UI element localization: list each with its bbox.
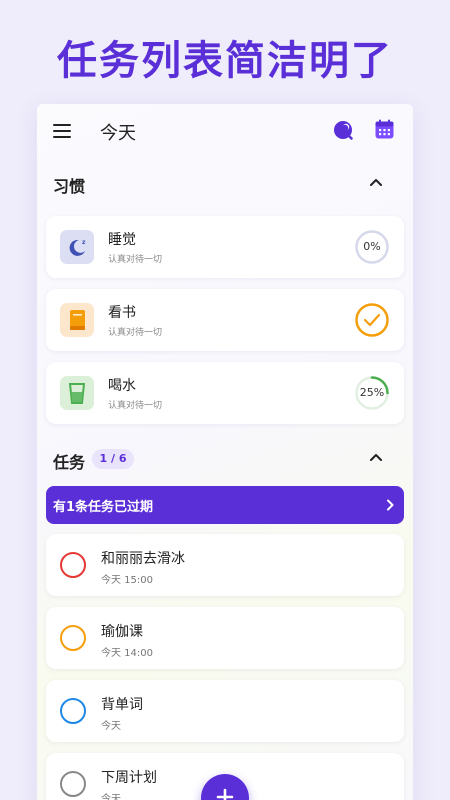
task-title: 和丽丽去滑冰 xyxy=(101,551,185,567)
tasks-section-title: 任务 xyxy=(53,453,86,472)
water-glass-icon xyxy=(60,376,94,410)
task-title: 瑜伽课 xyxy=(101,624,143,640)
chevron-right-icon xyxy=(387,499,394,511)
app-bar: 今天 xyxy=(37,104,413,158)
habit-name: 喝水 xyxy=(108,378,136,394)
promo-headline: 任务列表简洁明了 xyxy=(57,38,393,84)
task-title: 背单词 xyxy=(101,697,143,713)
task-card[interactable]: 背单词 今天 xyxy=(46,680,404,742)
task-time: 今天 14:00 xyxy=(101,648,153,659)
book-icon xyxy=(60,303,94,337)
collapse-tasks-chevron-up-icon[interactable] xyxy=(368,450,384,466)
tasks-count-badge: 1 / 6 xyxy=(92,449,134,469)
task-card[interactable]: 瑜伽课 今天 14:00 xyxy=(46,607,404,669)
habit-progress-label: 0% xyxy=(363,240,381,253)
habit-subtitle: 认真对待一切 xyxy=(108,328,163,338)
overdue-banner-label: 有1条任务已过期 xyxy=(53,500,154,515)
calendar-icon[interactable] xyxy=(375,119,394,139)
habit-card-water[interactable]: 喝水 认真对待一切 25% xyxy=(46,362,404,424)
habit-progress-label: 25% xyxy=(359,386,385,399)
habits-section-title: 习惯 xyxy=(53,177,86,196)
collapse-habits-chevron-up-icon[interactable] xyxy=(368,175,384,191)
habit-name: 睡觉 xyxy=(108,232,136,248)
habit-card-sleep[interactable]: z 睡觉 认真对待一切 0% xyxy=(46,216,404,278)
task-checkbox[interactable] xyxy=(60,552,86,578)
habit-subtitle: 认真对待一切 xyxy=(108,401,163,411)
menu-icon[interactable] xyxy=(53,124,71,138)
overdue-banner[interactable]: 有1条任务已过期 xyxy=(46,486,404,524)
task-card[interactable]: 和丽丽去滑冰 今天 15:00 xyxy=(46,534,404,596)
task-checkbox[interactable] xyxy=(60,771,86,797)
task-time: 今天 xyxy=(101,794,121,800)
task-time: 今天 15:00 xyxy=(101,575,153,586)
theme-icon[interactable] xyxy=(333,120,353,140)
app-screen: 今天 习惯 z 睡觉 认真对待一切 0% 看书 认真对待一切 喝水 认真对待一切… xyxy=(37,104,413,800)
task-checkbox[interactable] xyxy=(60,698,86,724)
habit-name: 看书 xyxy=(108,305,136,321)
habit-card-reading[interactable]: 看书 认真对待一切 xyxy=(46,289,404,351)
sleep-moon-icon: z xyxy=(60,230,94,264)
plus-icon xyxy=(216,788,234,800)
svg-text:z: z xyxy=(82,239,86,246)
page-title: 今天 xyxy=(100,123,136,144)
habit-complete-check-icon[interactable] xyxy=(354,302,390,338)
task-checkbox[interactable] xyxy=(60,625,86,651)
task-title: 下周计划 xyxy=(101,770,157,786)
task-time: 今天 xyxy=(101,721,121,732)
habit-subtitle: 认真对待一切 xyxy=(108,255,163,265)
